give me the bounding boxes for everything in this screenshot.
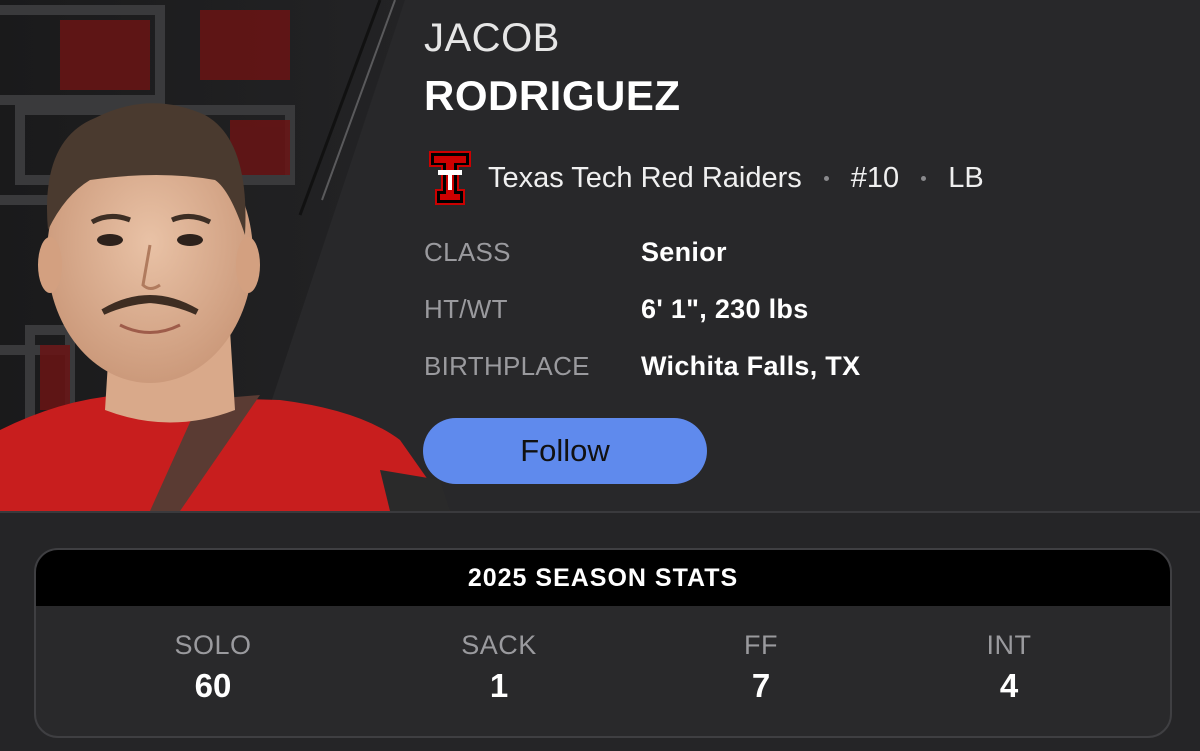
player-position: LB: [948, 161, 984, 194]
info-row-birthplace: BIRTHPLACE Wichita Falls, TX: [424, 346, 860, 386]
info-label: CLASS: [424, 236, 511, 267]
info-row-height-weight: HT/WT 6' 1", 230 lbs: [424, 289, 809, 329]
player-last-name: RODRIGUEZ: [424, 72, 681, 119]
stat-value: 4: [999, 667, 1019, 704]
season-stats-card: 2025 SEASON STATS SOLO 60 SACK 1 FF 7 IN…: [34, 548, 1172, 738]
jersey-number: #10: [850, 161, 900, 194]
info-row-class: CLASS Senior: [424, 232, 727, 272]
player-header: JACOB RODRIGUEZ Texas Tech Red Raiders #…: [0, 0, 1200, 511]
stat-sack: SACK 1: [399, 630, 599, 705]
separator-dot: [921, 175, 927, 181]
team-name-link[interactable]: Texas Tech Red Raiders: [488, 162, 802, 195]
follow-button[interactable]: Follow: [423, 418, 707, 484]
stats-title: 2025 SEASON STATS: [467, 563, 739, 592]
info-value: Wichita Falls, TX: [641, 350, 861, 381]
stat-label: FF: [744, 630, 778, 660]
stats-header: 2025 SEASON STATS: [36, 550, 1170, 606]
team-row: Texas Tech Red Raiders #10 LB: [428, 150, 984, 206]
info-value: 6' 1", 230 lbs: [641, 293, 809, 324]
stat-value: 1: [489, 667, 509, 704]
section-divider: [0, 511, 1200, 513]
stat-ff: FF 7: [661, 630, 861, 705]
info-label: HT/WT: [424, 293, 508, 324]
stat-value: 60: [194, 667, 232, 704]
info-label: BIRTHPLACE: [424, 350, 590, 381]
stat-label: SACK: [461, 630, 537, 660]
double-t-logo-icon[interactable]: [428, 150, 472, 206]
stat-int: INT 4: [909, 630, 1109, 705]
separator-dot: [823, 175, 829, 181]
info-value: Senior: [641, 236, 727, 267]
stat-value: 7: [751, 667, 771, 704]
stat-solo: SOLO 60: [113, 630, 313, 705]
player-photo: [0, 0, 450, 511]
player-headshot-image: [0, 0, 450, 511]
stat-label: INT: [986, 630, 1032, 660]
player-first-name: JACOB: [424, 16, 560, 60]
stat-label: SOLO: [174, 630, 252, 660]
